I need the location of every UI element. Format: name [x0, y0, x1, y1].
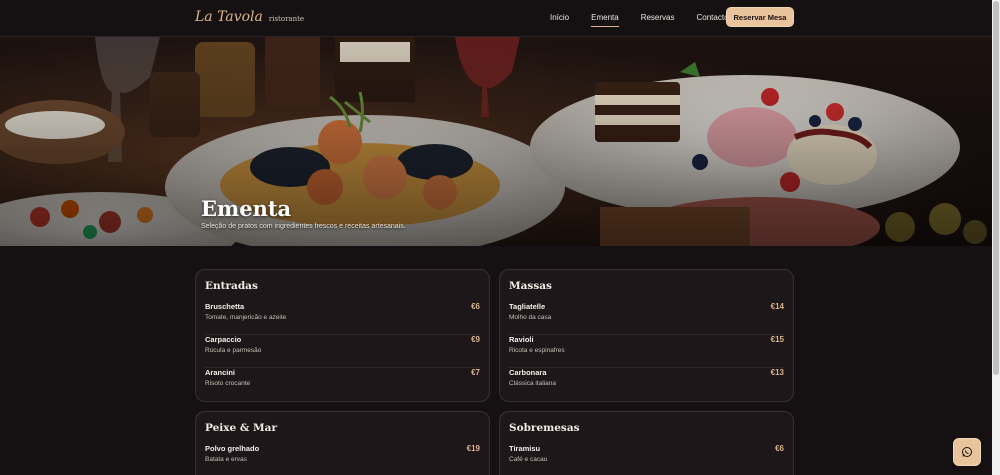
menu-item: Arancini Risoto crocante €7 [205, 368, 480, 401]
nav-link-ementa[interactable]: Ementa [591, 13, 619, 27]
menu-item-price: €6 [471, 302, 480, 311]
menu-item-price: €7 [471, 368, 480, 377]
nav-link-reservas[interactable]: Reservas [641, 13, 675, 22]
menu-item-price: €9 [471, 335, 480, 344]
menu-item-name: Carpaccio [205, 335, 242, 344]
menu-item-name: Carbonara [509, 368, 547, 377]
menu-item-description: Tomate, manjericão e azeite [205, 314, 287, 321]
menu-item-description: Clássica italiana [509, 380, 556, 387]
menu-item: Polvo grelhado Batata e ervas €19 [205, 444, 480, 475]
menu-item-name: Bruschetta [205, 302, 245, 311]
menu-item-description: Café e cacau [509, 456, 548, 463]
menu-item: Tagliatelle Molho da casa €14 [509, 302, 784, 335]
hero-food-image [0, 37, 992, 246]
menu-item-price: €6 [775, 444, 784, 453]
menu-item-name: Tagliatelle [509, 302, 546, 311]
page-subtitle: Seleção de pratos com ingredientes fresc… [201, 223, 406, 230]
reserve-table-button[interactable]: Reservar Mesa [726, 7, 794, 27]
menu-item-description: Batata e ervas [205, 456, 247, 463]
page-title: Ementa [201, 196, 292, 221]
section-title: Peixe & Mar [205, 422, 277, 434]
brand-logo[interactable]: La Tavola ristorante [195, 9, 304, 25]
menu-item-name: Polvo grelhado [205, 444, 260, 453]
menu-item-price: €13 [770, 368, 784, 377]
brand-subtitle: ristorante [268, 15, 305, 23]
section-title: Entradas [205, 280, 258, 292]
menu-item-description: Risoto crocante [205, 380, 251, 387]
menu-item-description: Molho da casa [509, 314, 552, 321]
section-title: Sobremesas [509, 422, 580, 434]
menu-item-price: €14 [770, 302, 784, 311]
menu-item-price: €19 [466, 444, 480, 453]
section-title: Massas [509, 280, 552, 292]
menu-item: Tiramisu Café e cacau €6 [509, 444, 784, 475]
menu-item-description: Ricota e espinafres [509, 347, 565, 354]
menu-item: Carbonara Clássica italiana €13 [509, 368, 784, 401]
nav-link-inicio[interactable]: Início [550, 13, 569, 22]
nav-links: Início Ementa Reservas Contactos [550, 13, 755, 27]
whatsapp-icon [962, 447, 972, 457]
menu-item-name: Ravioli [509, 335, 534, 344]
menu-item: Ravioli Ricota e espinafres €15 [509, 335, 784, 368]
menu-section-massas: Massas Tagliatelle Molho da casa €14 Rav… [499, 269, 794, 402]
whatsapp-chat-button[interactable] [953, 438, 981, 466]
menu-section-sobremesas: Sobremesas Tiramisu Café e cacau €6 [499, 411, 794, 475]
scrollbar-thumb[interactable] [993, 1, 999, 375]
menu-item: Bruschetta Tomate, manjericão e azeite €… [205, 302, 480, 335]
menu-item: Carpaccio Rúcula e parmesão €9 [205, 335, 480, 368]
menu-section-entradas: Entradas Bruschetta Tomate, manjericão e… [195, 269, 490, 402]
menu-item-name: Tiramisu [509, 444, 541, 453]
menu-item-name: Arancini [205, 368, 236, 377]
menu-item-description: Rúcula e parmesão [205, 347, 262, 354]
menu-item-price: €15 [770, 335, 784, 344]
hero-banner: Ementa Seleção de pratos com ingrediente… [0, 37, 992, 246]
menu-section-peixe-mar: Peixe & Mar Polvo grelhado Batata e erva… [195, 411, 490, 475]
brand-name: La Tavola [195, 9, 263, 25]
top-navbar: La Tavola ristorante Início Ementa Reser… [0, 0, 992, 37]
page-scrollbar[interactable] [992, 0, 1000, 475]
